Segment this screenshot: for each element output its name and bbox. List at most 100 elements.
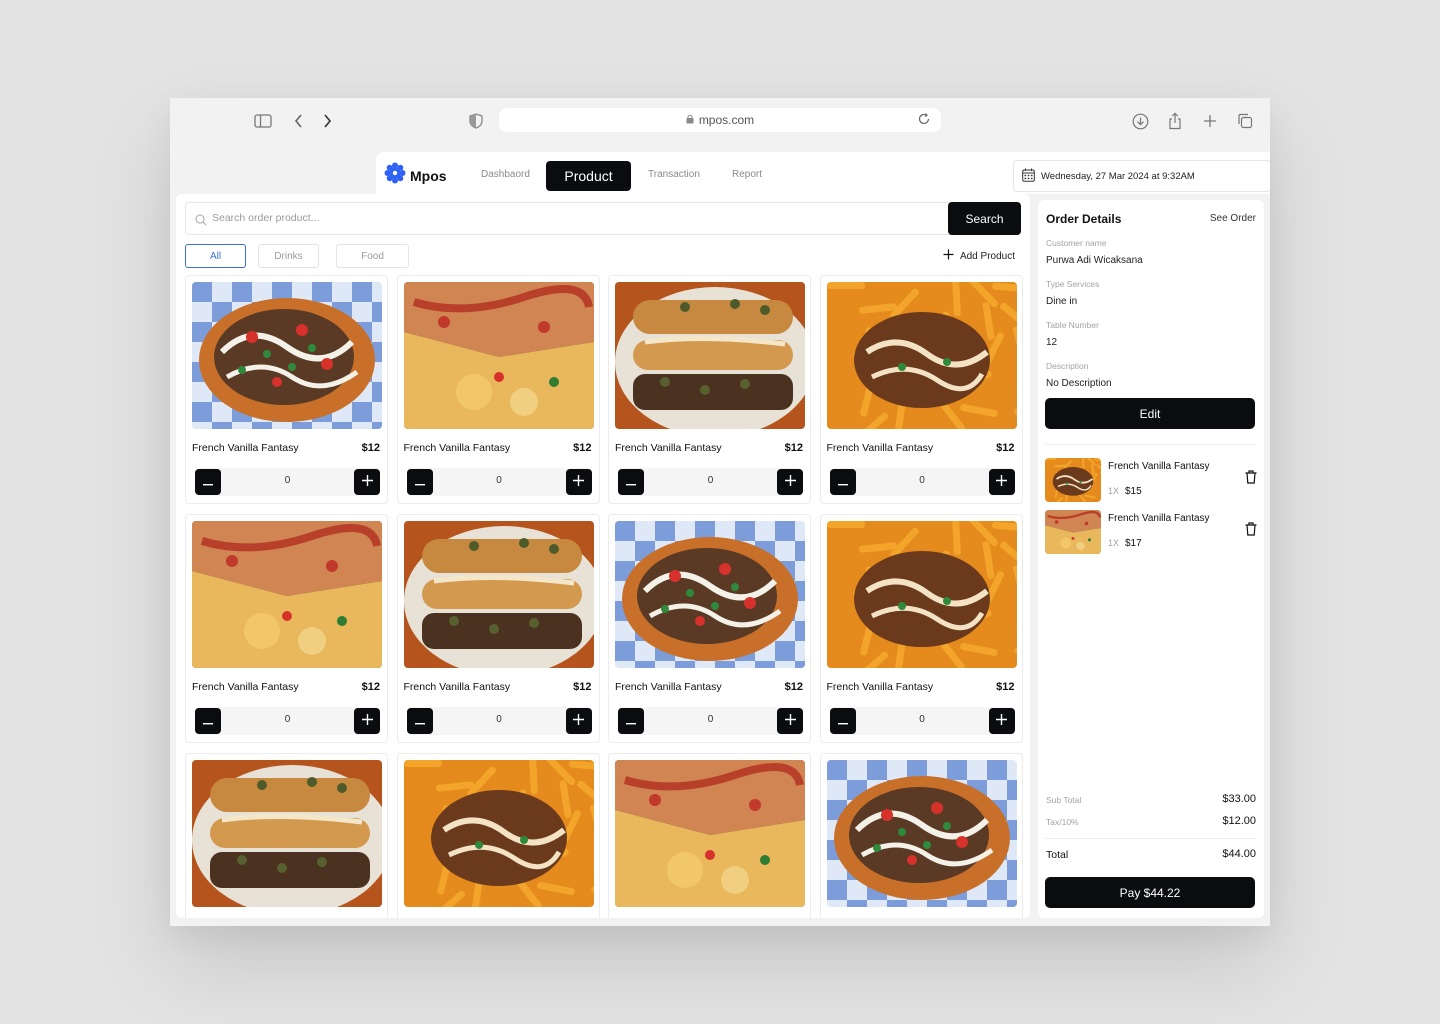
plus-icon — [573, 712, 584, 730]
brand-logo[interactable]: Mpos — [384, 162, 447, 189]
search-placeholder: Search order product... — [212, 212, 320, 224]
product-card[interactable]: French Vanilla Fantasy $12 0 — [819, 514, 1023, 743]
increase-button[interactable] — [354, 708, 380, 734]
quantity-value[interactable]: 0 — [195, 475, 380, 486]
plus-icon — [996, 712, 1007, 730]
increase-button[interactable] — [777, 708, 803, 734]
order-item-name: French Vanilla Fantasy — [1108, 461, 1210, 472]
total-label: Total — [1046, 849, 1069, 861]
increase-button[interactable] — [354, 469, 380, 495]
edit-button[interactable]: Edit — [1045, 398, 1255, 429]
browser-toolbar: mpos.com — [170, 98, 1270, 144]
subtotal-value: $33.00 — [1222, 793, 1256, 805]
tabs-icon[interactable] — [1234, 110, 1256, 132]
search-button[interactable]: Search — [948, 202, 1021, 235]
product-price: $12 — [361, 681, 380, 693]
back-icon[interactable] — [288, 110, 310, 132]
quantity-value[interactable]: 0 — [195, 714, 380, 725]
divider — [1045, 838, 1255, 839]
product-panel: Search order product... Search All Drink… — [176, 194, 1030, 918]
product-price: $12 — [573, 442, 592, 454]
gear-logo-icon — [384, 162, 406, 189]
brand-name: Mpos — [410, 167, 447, 184]
order-item-price: $15 — [1125, 486, 1142, 497]
datetime-text: Wednesday, 27 Mar 2024 at 9:32AM — [1041, 170, 1195, 182]
see-order-link[interactable]: See Order — [1210, 213, 1256, 224]
product-card[interactable]: French Vanilla Fantasy $12 0 — [396, 514, 600, 743]
product-card[interactable]: French Vanilla Fantasy $12 0 — [396, 275, 600, 504]
product-card[interactable] — [819, 753, 1023, 918]
customer-value: Purwa Adi Wicaksana — [1046, 255, 1143, 266]
product-card[interactable] — [396, 753, 600, 918]
product-card[interactable]: French Vanilla Fantasy $12 0 — [185, 514, 388, 743]
table-label: Table Number — [1046, 320, 1099, 330]
increase-button[interactable] — [565, 469, 592, 495]
quantity-stepper: 0 — [829, 707, 1015, 735]
forward-icon[interactable] — [316, 110, 338, 132]
share-icon[interactable] — [1164, 110, 1186, 132]
product-image — [192, 521, 382, 668]
increase-button[interactable] — [988, 469, 1015, 495]
quantity-value[interactable]: 0 — [830, 714, 1015, 725]
product-price: $12 — [996, 681, 1015, 693]
product-card[interactable]: French Vanilla Fantasy $12 0 — [819, 275, 1023, 504]
order-item-image — [1045, 458, 1101, 502]
quantity-value[interactable]: 0 — [830, 475, 1015, 486]
download-icon[interactable] — [1129, 110, 1151, 132]
order-item-image — [1045, 510, 1101, 554]
nav-transaction[interactable]: Transaction — [648, 169, 700, 180]
plus-icon — [361, 473, 373, 491]
product-card[interactable] — [185, 753, 388, 918]
description-value: No Description — [1046, 378, 1112, 389]
product-name: French Vanilla Fantasy — [826, 681, 934, 693]
product-image — [403, 760, 594, 907]
add-product-label: Add Product — [959, 250, 1015, 262]
quantity-value[interactable]: 0 — [407, 475, 592, 486]
order-item: French Vanilla Fantasy 1X $17 — [1045, 510, 1257, 554]
increase-button[interactable] — [777, 469, 803, 495]
reload-icon[interactable] — [917, 112, 933, 128]
browser-window: mpos.com Mpos Dashbaord Product Transact… — [170, 98, 1270, 926]
nav-dashboard[interactable]: Dashbaord — [481, 169, 530, 180]
product-image — [403, 521, 594, 668]
quantity-value[interactable]: 0 — [618, 475, 803, 486]
product-name: French Vanilla Fantasy — [403, 681, 511, 693]
increase-button[interactable] — [565, 708, 592, 734]
product-name: French Vanilla Fantasy — [192, 442, 299, 454]
filter-food[interactable]: Food — [336, 244, 409, 268]
product-name: French Vanilla Fantasy — [826, 442, 934, 454]
nav-product[interactable]: Product — [546, 161, 631, 191]
address-bar[interactable]: mpos.com — [499, 108, 941, 132]
divider — [1045, 444, 1255, 445]
order-item-price: $17 — [1125, 538, 1142, 549]
quantity-value[interactable]: 0 — [407, 714, 592, 725]
datetime-display[interactable]: Wednesday, 27 Mar 2024 at 9:32AM — [1013, 160, 1270, 192]
sidebar-icon[interactable] — [252, 110, 274, 132]
increase-button[interactable] — [988, 708, 1015, 734]
product-card[interactable]: French Vanilla Fantasy $12 0 — [608, 514, 811, 743]
product-image — [826, 760, 1017, 907]
product-image — [615, 282, 805, 429]
trash-icon[interactable] — [1245, 470, 1257, 489]
nav-report[interactable]: Report — [732, 169, 762, 180]
new-tab-icon[interactable] — [1199, 110, 1221, 132]
product-price: $12 — [784, 442, 803, 454]
trash-icon[interactable] — [1245, 522, 1257, 541]
filter-drinks[interactable]: Drinks — [258, 244, 319, 268]
product-price: $12 — [573, 681, 592, 693]
product-card[interactable] — [608, 753, 811, 918]
filter-all[interactable]: All — [185, 244, 246, 268]
product-card[interactable]: French Vanilla Fantasy $12 0 — [608, 275, 811, 504]
quantity-stepper: 0 — [829, 468, 1015, 496]
product-card[interactable]: French Vanilla Fantasy $12 0 — [185, 275, 388, 504]
pay-button[interactable]: Pay $44.22 — [1045, 877, 1255, 908]
quantity-value[interactable]: 0 — [618, 714, 803, 725]
search-input[interactable]: Search order product... Search — [185, 202, 1021, 235]
service-value: Dine in — [1046, 296, 1078, 307]
quantity-stepper: 0 — [618, 468, 803, 496]
product-name: French Vanilla Fantasy — [615, 442, 722, 454]
order-details-panel: Order Details See Order Customer name Pu… — [1038, 200, 1264, 918]
add-product-button[interactable]: Add Product — [943, 249, 1015, 263]
plus-icon — [573, 473, 584, 491]
shield-icon[interactable] — [465, 110, 487, 132]
